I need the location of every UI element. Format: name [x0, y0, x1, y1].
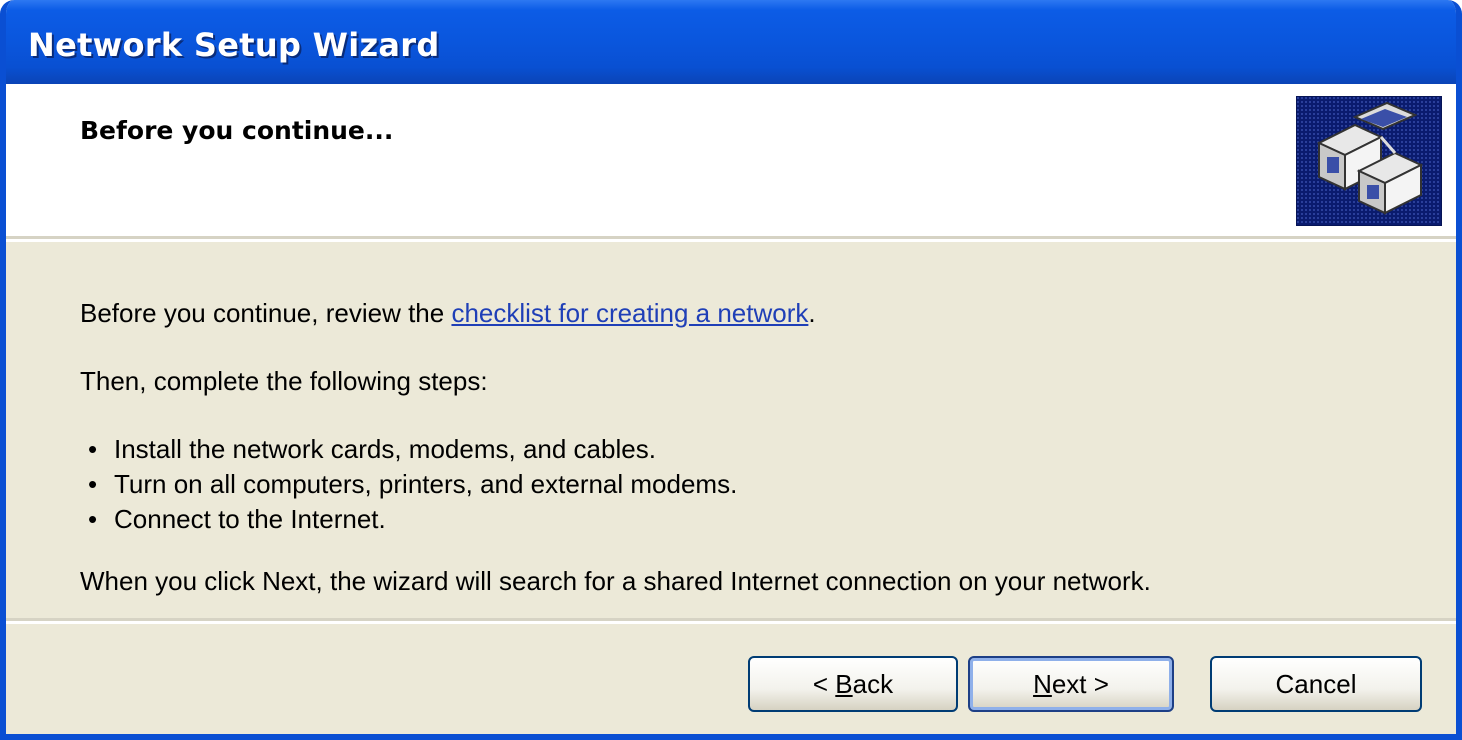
back-button[interactable]: < Back — [748, 656, 958, 712]
window-title: Network Setup Wizard — [28, 26, 440, 64]
next-rest: ext > — [1051, 668, 1109, 699]
back-rest: ack — [852, 668, 894, 699]
next-mnemonic: N — [1033, 668, 1052, 699]
page-title: Before you continue... — [80, 116, 394, 145]
review-prefix: Before you continue, review the — [80, 298, 452, 328]
step-text: Turn on all computers, printers, and ext… — [114, 469, 738, 499]
review-checklist-text: Before you continue, review the checklis… — [80, 298, 816, 329]
wizard-header: Before you continue... — [6, 84, 1456, 236]
step-text: Connect to the Internet. — [114, 504, 386, 534]
wizard-window: Network Setup Wizard Before you continue… — [0, 0, 1462, 740]
network-computers-icon — [1296, 96, 1442, 226]
steps-intro-text: Then, complete the following steps: — [80, 366, 488, 396]
header-divider — [6, 236, 1456, 242]
footer-divider — [6, 618, 1456, 624]
bullet-icon: • — [88, 469, 98, 499]
back-prefix: < — [812, 668, 836, 699]
next-button[interactable]: Next > — [968, 656, 1174, 712]
bullet-icon: • — [88, 434, 98, 464]
back-mnemonic: B — [835, 668, 853, 699]
review-suffix: . — [808, 298, 816, 328]
title-bar[interactable]: Network Setup Wizard — [6, 0, 1456, 84]
checklist-link[interactable]: checklist for creating a network — [451, 298, 808, 328]
step-text: Install the network cards, modems, and c… — [114, 434, 656, 464]
cancel-button[interactable]: Cancel — [1210, 656, 1422, 712]
list-item: • Connect to the Internet. — [80, 502, 737, 537]
list-item: • Turn on all computers, printers, and ex… — [80, 467, 737, 502]
list-item: • Install the network cards, modems, and … — [80, 432, 737, 467]
bullet-icon: • — [88, 504, 98, 534]
next-info-text: When you click Next, the wizard will sea… — [80, 566, 1151, 596]
steps-list: • Install the network cards, modems, and … — [80, 432, 737, 537]
